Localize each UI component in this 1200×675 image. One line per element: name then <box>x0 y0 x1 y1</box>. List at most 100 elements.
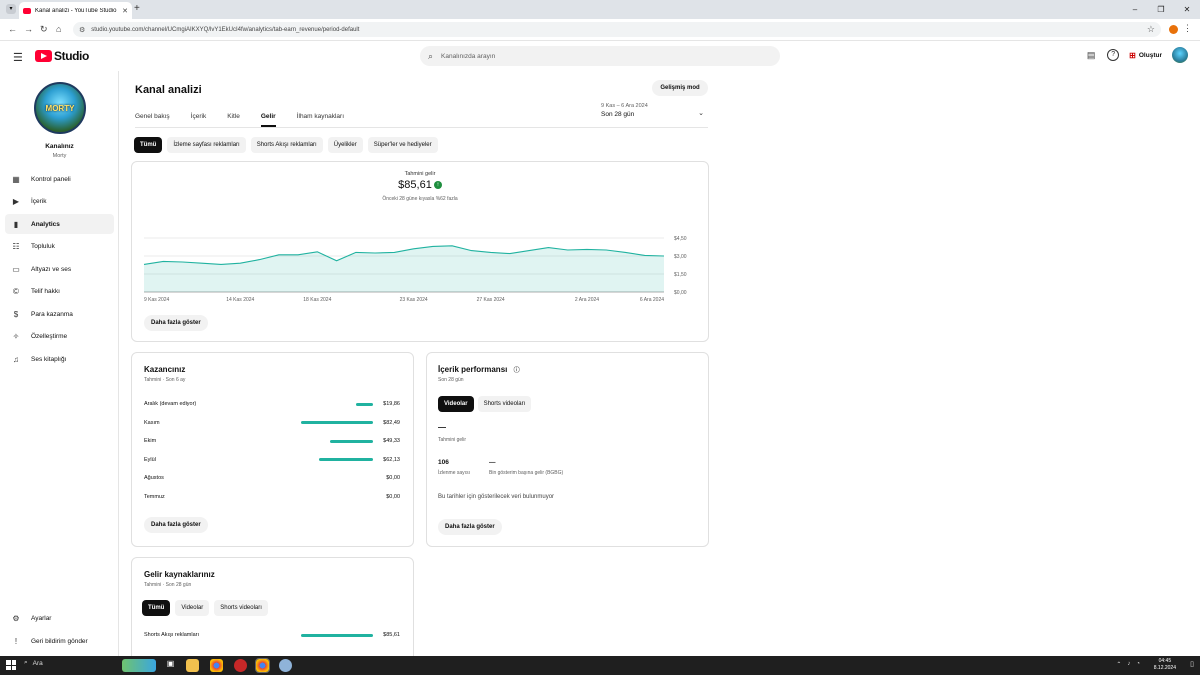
new-tab-icon[interactable]: + <box>134 3 140 14</box>
performance-subtitle: Son 28 gün <box>438 377 464 383</box>
network-icon[interactable]: ◔ <box>1136 661 1140 668</box>
chip-watch-page-ads[interactable]: İzleme sayfası reklamları <box>167 137 246 153</box>
empty-state-message: Bu tarihler için gösterilecek veri bulun… <box>438 494 555 500</box>
x-tick-label: 9 Kas 2024 <box>144 297 170 303</box>
performance-show-more-button[interactable]: Daha fazla göster <box>438 519 502 535</box>
earnings-bar <box>301 421 373 425</box>
browser-tab[interactable]: Kanal analizi - YouTube Studio ✕ <box>19 2 132 19</box>
chip-memberships[interactable]: Üyelikler <box>327 137 363 153</box>
tab-inspiration[interactable]: İlham kaynakları <box>297 113 344 127</box>
sidebar-item-analytics[interactable]: ▮ Analytics <box>5 214 114 234</box>
help-icon[interactable]: ? <box>1107 49 1120 61</box>
youtube-play-icon <box>35 50 52 62</box>
tab-search-icon[interactable]: ▾ <box>6 4 16 14</box>
date-range-dates: 9 Kas – 6 Ara 2024 <box>601 103 648 109</box>
monetization-icon: $ <box>13 309 19 319</box>
taskbar-search[interactable]: ⌕ Ara <box>24 659 43 667</box>
rpm-label: Bin gösterim başına gelir (BGBG) <box>489 470 564 476</box>
x-tick-label: 14 Kas 2024 <box>226 297 254 303</box>
sidebar-item-monetization[interactable]: $ Para kazanma <box>5 304 114 324</box>
chip-sources-all[interactable]: Tümü <box>142 600 171 616</box>
studio-logo[interactable]: Studio <box>35 49 89 63</box>
show-more-button[interactable]: Daha fazla göster <box>144 315 208 331</box>
sidebar-item-copyright[interactable]: © Telif hakkı <box>5 281 114 301</box>
bookmark-star-icon[interactable]: ☆ <box>1147 24 1155 35</box>
menu-icon[interactable]: ☰ <box>13 51 23 64</box>
chip-all[interactable]: Tümü <box>134 137 163 153</box>
tab-revenue[interactable]: Gelir <box>260 113 276 127</box>
url-field[interactable]: ⚙ studio.youtube.com/channel/UCmgiAIKXYQ… <box>73 22 1161 37</box>
forward-icon[interactable]: → <box>24 24 33 34</box>
opera-icon[interactable] <box>234 659 247 672</box>
home-icon[interactable]: ⌂ <box>56 24 61 34</box>
earnings-bar <box>329 439 373 443</box>
browser-menu-icon[interactable]: ⋮ <box>1183 23 1192 34</box>
chip-shorts-feed-ads[interactable]: Shorts Akışı reklamları <box>250 137 323 153</box>
source-row: Shorts Akışı reklamları $85,61 <box>144 629 400 641</box>
gear-icon: ⚙ <box>12 613 20 623</box>
date-range-picker[interactable]: 9 Kas – 6 Ara 2024 Son 28 gün ⌄ <box>601 103 708 118</box>
performance-title-text: İçerik performansı <box>438 365 508 374</box>
x-tick-label: 23 Kas 2024 <box>400 297 428 303</box>
windows-start-icon[interactable] <box>6 660 16 670</box>
reload-icon[interactable]: ↻ <box>40 24 48 35</box>
restore-icon[interactable]: ❐ <box>1148 0 1174 19</box>
earnings-bar <box>355 402 373 406</box>
earnings-subtitle: Tahmini · Son 6 ay <box>144 377 186 383</box>
create-button[interactable]: ⊞ Oluştur <box>1129 51 1162 60</box>
chip-videos[interactable]: Videolar <box>438 396 474 412</box>
tab-content[interactable]: İçerik <box>191 113 207 127</box>
site-info-icon[interactable]: ⚙ <box>79 26 85 34</box>
copyright-icon: © <box>13 286 19 296</box>
sidebar-item-feedback[interactable]: ! Geri bildirim gönder <box>5 631 114 651</box>
chrome-active-icon[interactable] <box>255 658 270 673</box>
windows-taskbar: ⌕ Ara ▣ ⌃ ♪ ◔ 04:45 8.12.2024 ▯ <box>0 656 1200 675</box>
weather-widget-icon[interactable] <box>122 659 156 672</box>
chip-shorts[interactable]: Shorts videoları <box>477 396 532 412</box>
taskbar-clock[interactable]: 04:45 8.12.2024 <box>1154 658 1176 672</box>
revenue-chart[interactable]: $4,50 $3,00 $1,50 $0,00 9 Kas 2024 14 Kas 202… <box>132 222 708 307</box>
task-view-icon[interactable]: ▣ <box>164 659 177 672</box>
increase-arrow-icon: ↑ <box>433 181 442 190</box>
date-range-label: Son 28 gün <box>601 111 635 118</box>
sidebar-item-subtitles[interactable]: ▭ Altyazı ve ses <box>5 259 114 279</box>
sidebar-item-community[interactable]: ☷ Topluluk <box>5 236 114 256</box>
channel-avatar[interactable]: MORTY <box>34 82 86 134</box>
y-tick-label: $4,50 <box>674 236 687 242</box>
chip-supers[interactable]: Süper'ler ve hediyeler <box>367 137 438 153</box>
account-avatar[interactable] <box>1172 47 1188 63</box>
clock-time: 04:45 <box>1158 658 1172 664</box>
earnings-show-more-button[interactable]: Daha fazla göster <box>144 517 208 533</box>
chip-sources-videos[interactable]: Videolar <box>175 600 210 616</box>
revenue-amount: $85,61 <box>398 179 432 191</box>
app-icon[interactable] <box>279 659 292 672</box>
close-tab-icon[interactable]: ✕ <box>122 7 128 15</box>
notifications-icon[interactable]: ▯ <box>1190 660 1194 668</box>
earnings-value: $0,00 <box>386 494 400 500</box>
tab-overview[interactable]: Genel bakış <box>135 113 170 127</box>
close-window-icon[interactable]: ✕ <box>1174 0 1200 19</box>
browser-tab-bar: ▾ Kanal analizi - YouTube Studio ✕ + – ❐… <box>0 0 1200 19</box>
sidebar-item-customization[interactable]: ✧ Özelleştirme <box>5 326 114 346</box>
performance-chips: Videolar Shorts videoları <box>438 396 532 412</box>
chrome-icon[interactable] <box>210 659 223 672</box>
file-explorer-icon[interactable] <box>186 659 199 672</box>
chevron-up-icon[interactable]: ⌃ <box>1116 661 1121 668</box>
sidebar-item-audio-library[interactable]: ♫ Ses kitaplığı <box>5 349 114 369</box>
sources-subtitle: Tahmini · Son 28 gün <box>144 582 192 588</box>
sidebar-item-settings[interactable]: ⚙ Ayarlar <box>5 608 114 628</box>
views-value: 106 <box>438 459 449 466</box>
profile-icon[interactable] <box>1169 25 1178 34</box>
volume-icon[interactable]: ♪ <box>1127 661 1130 668</box>
minimize-icon[interactable]: – <box>1122 0 1148 19</box>
sidebar-item-content[interactable]: ▶ İçerik <box>5 191 114 211</box>
sidebar-item-dashboard[interactable]: ▦ Kontrol paneli <box>5 169 114 189</box>
tab-audience[interactable]: Kitle <box>227 113 240 127</box>
chip-sources-shorts[interactable]: Shorts videoları <box>214 600 268 616</box>
advanced-mode-button[interactable]: Gelişmiş mod <box>652 80 708 96</box>
info-icon[interactable]: ⓘ <box>514 368 520 374</box>
messages-icon[interactable]: ▤ <box>1085 49 1097 61</box>
earnings-row: Eylül $62,13 <box>144 454 400 466</box>
search-input[interactable]: ⌕ Kanalınızda arayın <box>420 46 780 66</box>
back-icon[interactable]: ← <box>8 24 17 34</box>
